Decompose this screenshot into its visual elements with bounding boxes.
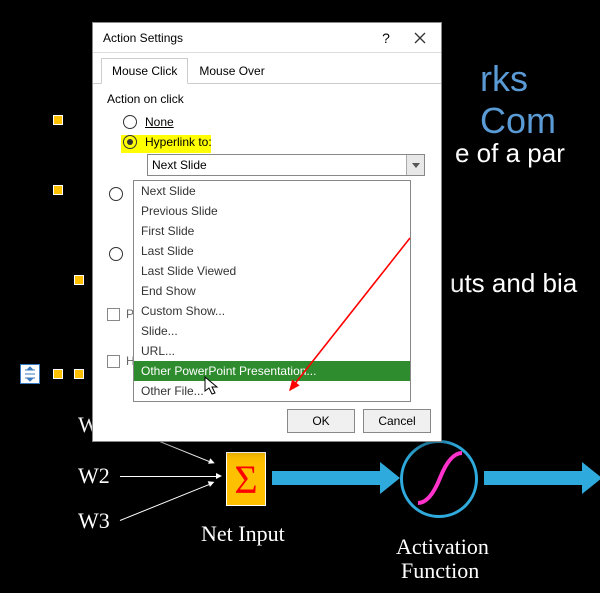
selection-handle[interactable] <box>53 115 63 125</box>
dropdown-option[interactable]: URL... <box>134 341 410 361</box>
dropdown-option[interactable]: Next Slide <box>134 181 410 201</box>
dropdown-option[interactable]: Previous Slide <box>134 201 410 221</box>
dialog-tabs: Mouse Click Mouse Over <box>93 53 441 84</box>
dialog-titlebar[interactable]: Action Settings ? <box>93 23 441 53</box>
flow-arrow <box>272 471 382 485</box>
selection-handle[interactable] <box>74 369 84 379</box>
slide-text-fragment: e of a par <box>455 138 565 169</box>
radio-none-label: None <box>145 115 174 129</box>
radio-run-macro[interactable] <box>93 244 131 264</box>
action-settings-dialog: Action Settings ? Mouse Click Mouse Over… <box>92 22 442 442</box>
radio-run-program[interactable] <box>93 184 131 204</box>
radio-icon-selected <box>123 135 137 149</box>
radio-hyperlink-to[interactable]: Hyperlink to: <box>107 132 427 152</box>
function-label: Function <box>401 558 479 584</box>
radio-none[interactable]: None <box>107 112 427 132</box>
flow-arrow <box>484 471 584 485</box>
tab-mouse-over[interactable]: Mouse Over <box>188 58 275 84</box>
radio-icon <box>123 115 137 129</box>
checkbox-icon <box>107 308 120 321</box>
dropdown-option-other-powerpoint[interactable]: Other PowerPoint Presentation... <box>134 361 410 381</box>
selection-handle[interactable] <box>53 185 63 195</box>
mouse-cursor-icon <box>204 376 220 396</box>
text-alignment-icon[interactable] <box>20 364 40 384</box>
dropdown-option[interactable]: Last Slide Viewed <box>134 261 410 281</box>
activation-label: Activation <box>396 534 489 560</box>
close-button[interactable] <box>403 24 437 52</box>
selection-handle[interactable] <box>53 369 63 379</box>
dropdown-chevron-icon[interactable] <box>406 155 424 175</box>
radio-hyperlink-label: Hyperlink to: <box>145 135 212 149</box>
dropdown-option-label: Other PowerPoint Presentation... <box>141 364 316 378</box>
dropdown-option[interactable]: Slide... <box>134 321 410 341</box>
selection-handle[interactable] <box>74 275 84 285</box>
net-input-label: Net Input <box>201 521 285 547</box>
dropdown-option[interactable]: Last Slide <box>134 241 410 261</box>
help-button[interactable]: ? <box>369 24 403 52</box>
slide-title-fragment-right: rks Com <box>480 58 600 142</box>
radio-icon <box>109 247 123 261</box>
dropdown-option[interactable]: Custom Show... <box>134 301 410 321</box>
ok-button[interactable]: OK <box>287 409 355 433</box>
weight-label-w2: W2 <box>78 463 110 489</box>
dropdown-option[interactable]: Other File... <box>134 381 410 401</box>
tab-mouse-click[interactable]: Mouse Click <box>101 58 188 84</box>
checkbox-icon <box>107 355 120 368</box>
hyperlink-target-combo[interactable]: Next Slide <box>147 154 425 176</box>
weight-arrow <box>120 484 209 521</box>
combo-selected-value: Next Slide <box>152 158 207 172</box>
slide-text-fragment: uts and bia <box>450 268 577 299</box>
hyperlink-dropdown-list: Next Slide Previous Slide First Slide La… <box>133 180 411 402</box>
dialog-title: Action Settings <box>103 31 369 45</box>
weight-label-w3: W3 <box>78 508 110 534</box>
dropdown-option[interactable]: First Slide <box>134 221 410 241</box>
sigmoid-curve-icon <box>412 445 470 511</box>
cancel-button[interactable]: Cancel <box>363 409 431 433</box>
dropdown-option[interactable]: End Show <box>134 281 410 301</box>
weight-arrow <box>120 476 216 477</box>
action-on-click-group-label: Action on click <box>93 84 441 112</box>
radio-icon <box>109 187 123 201</box>
sigma-summation-node: Σ <box>226 452 266 506</box>
